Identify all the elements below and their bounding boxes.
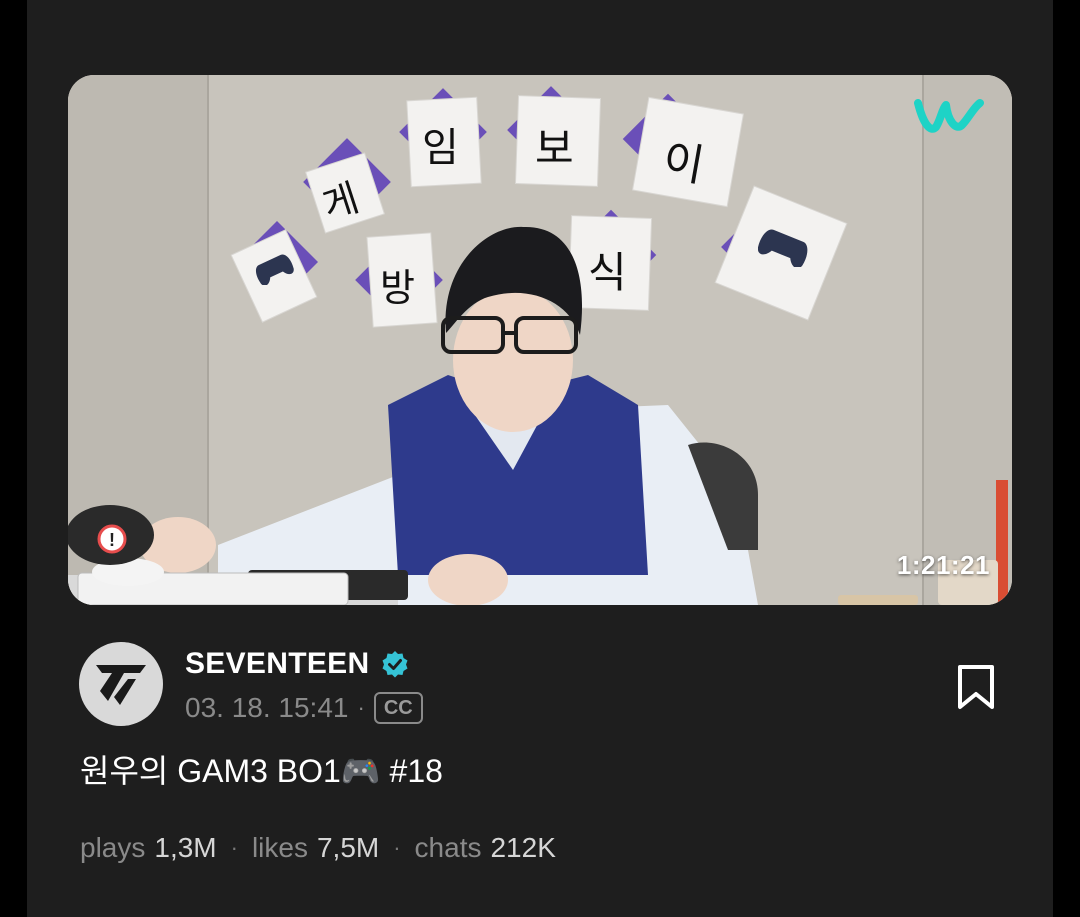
post-date: 03. 18. 15:41 bbox=[185, 692, 349, 723]
chats-label: chats bbox=[414, 832, 482, 863]
channel-name[interactable]: SEVENTEEN bbox=[185, 647, 369, 681]
video-thumbnail[interactable]: ! 게 임 보 이 방 식 1:21:21 bbox=[68, 75, 1012, 605]
stats-separator: · bbox=[230, 835, 238, 860]
video-duration: 1:21:21 bbox=[896, 550, 990, 580]
bookmark-icon bbox=[958, 665, 994, 709]
channel-row: SEVENTEEN bbox=[185, 644, 409, 684]
plays-label: plays bbox=[80, 832, 146, 863]
seventeen-logo-icon bbox=[96, 665, 146, 705]
stats-row: plays 1,3M · likes 7,5M · chats 212K bbox=[80, 826, 556, 870]
channel-avatar[interactable] bbox=[79, 642, 163, 726]
chats-count: 212K bbox=[490, 832, 556, 863]
plays-count: 1,3M bbox=[154, 832, 217, 863]
likes-count: 7,5M bbox=[316, 832, 380, 863]
post-card: ! 게 임 보 이 방 식 1:21:21 SEVENTEEN 03. 18. … bbox=[27, 0, 1053, 917]
cc-badge: CC bbox=[373, 692, 423, 724]
meta-separator: · bbox=[357, 695, 365, 720]
likes-label: likes bbox=[251, 832, 308, 863]
post-meta: 03. 18. 15:41 · CC bbox=[185, 688, 423, 728]
bookmark-button[interactable] bbox=[949, 660, 1003, 714]
svg-text:!: ! bbox=[109, 530, 115, 550]
stats-separator: · bbox=[393, 835, 401, 860]
verified-badge-icon bbox=[382, 651, 408, 678]
thumbnail-image: ! bbox=[68, 75, 1012, 605]
video-title[interactable]: 원우의 GAM3 BO1🎮 #18 bbox=[80, 746, 443, 796]
